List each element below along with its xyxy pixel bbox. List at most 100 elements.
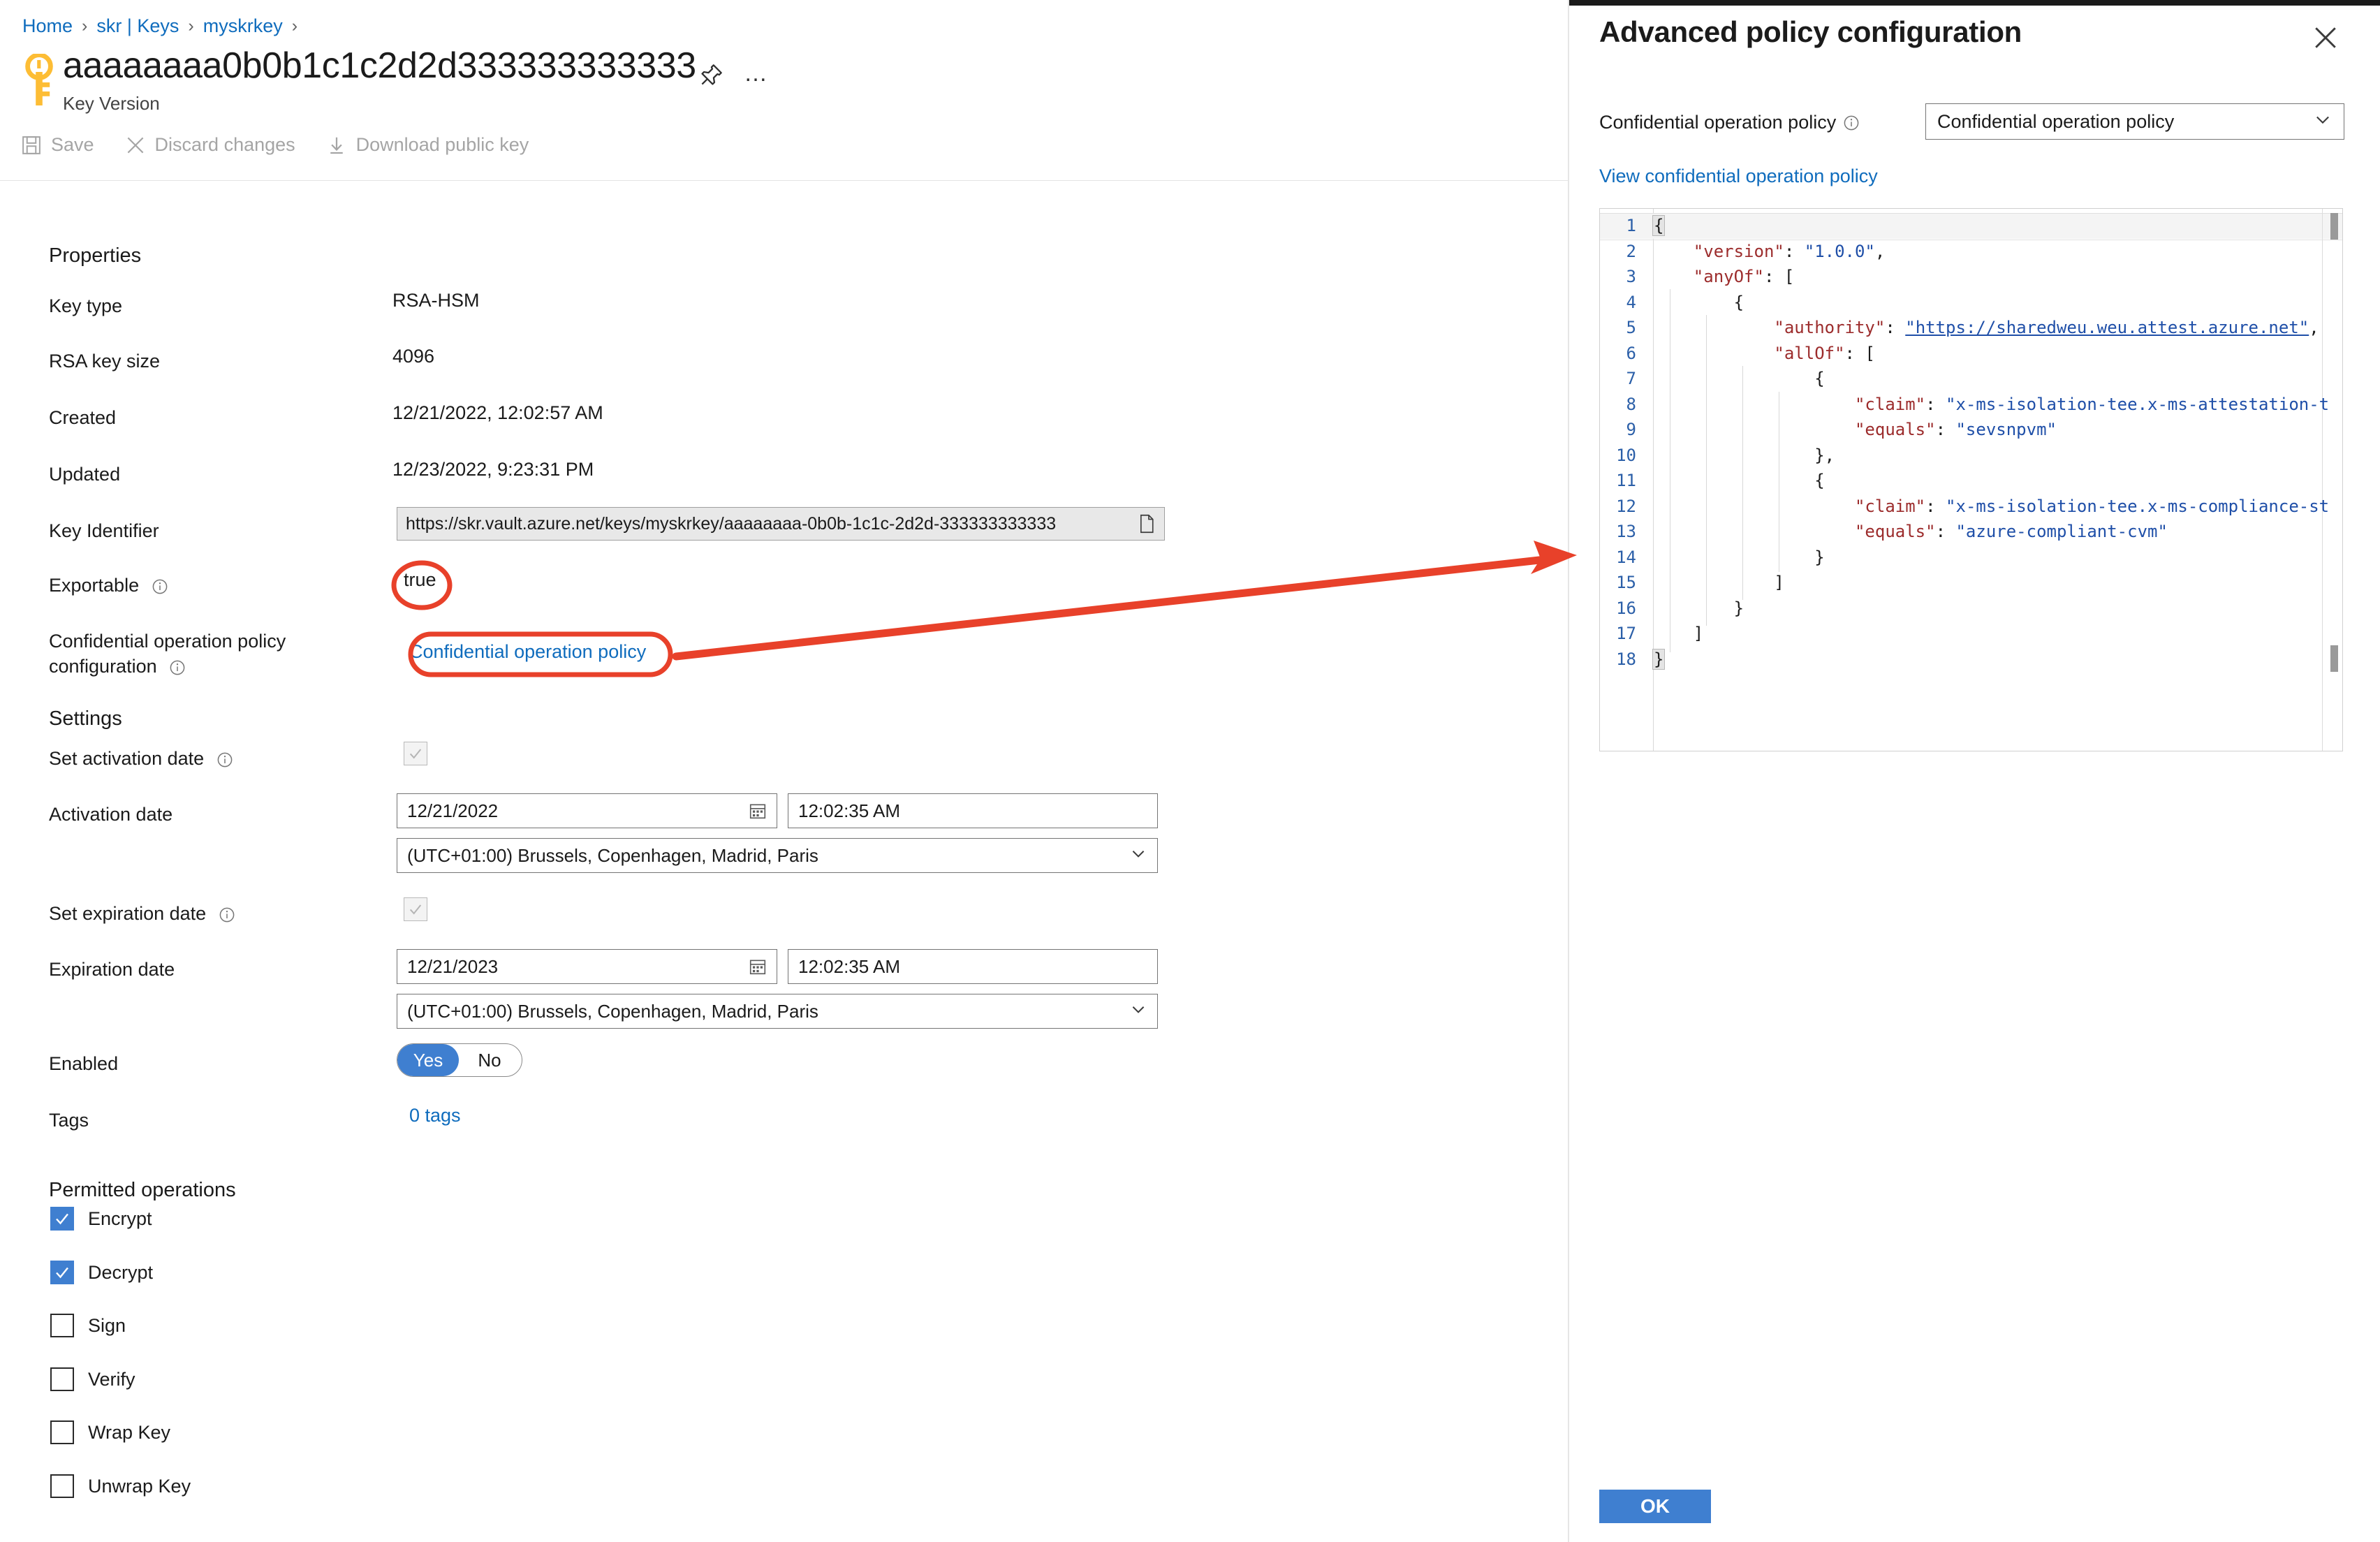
editor-line[interactable]: 18 }: [1600, 647, 2342, 673]
permitted-operation-encrypt[interactable]: Encrypt: [50, 1207, 152, 1231]
editor-line[interactable]: 9 "equals": "sevsnpvm": [1600, 417, 2342, 443]
breadcrumb-item-myskrkey[interactable]: myskrkey: [203, 15, 283, 37]
tags-label: Tags: [49, 1110, 89, 1131]
editor-line-number: 7: [1626, 369, 1636, 389]
permitted-operation-unwrap-key[interactable]: Unwrap Key: [50, 1474, 191, 1498]
expiration-timezone-select[interactable]: (UTC+01:00) Brussels, Copenhagen, Madrid…: [397, 994, 1158, 1029]
checkmark-icon: [56, 1267, 68, 1279]
editor-line-code: "anyOf": [: [1693, 267, 1795, 287]
wrap-key-checkbox[interactable]: [50, 1420, 74, 1444]
breadcrumb-item-home[interactable]: Home: [22, 15, 73, 37]
ok-button[interactable]: OK: [1599, 1490, 1711, 1523]
editor-line[interactable]: 7 {: [1600, 366, 2342, 392]
discard-changes-button[interactable]: Discard changes: [125, 134, 295, 156]
calendar-icon[interactable]: [749, 957, 767, 976]
permitted-operation-sign[interactable]: Sign: [50, 1314, 126, 1337]
editor-line[interactable]: 11 {: [1600, 468, 2342, 494]
editor-line[interactable]: 6 "allOf": [: [1600, 341, 2342, 367]
save-button[interactable]: Save: [21, 134, 94, 156]
calendar-icon[interactable]: [749, 802, 767, 820]
editor-line-code: "equals": "sevsnpvm": [1854, 420, 2057, 440]
breadcrumb-item-skr-keys[interactable]: skr | Keys: [96, 15, 179, 37]
info-icon[interactable]: [152, 578, 168, 595]
more-options-button[interactable]: …: [744, 61, 770, 85]
editor-line-number: 1: [1626, 216, 1636, 236]
sign-checkbox[interactable]: [50, 1314, 74, 1337]
enabled-toggle-no[interactable]: No: [459, 1044, 520, 1076]
key-type-label: Key type: [49, 295, 123, 316]
expiration-time-value: 12:02:35 AM: [798, 955, 900, 977]
download-public-key-button[interactable]: Download public key: [326, 134, 529, 156]
expiration-date-input[interactable]: 12/21/2023: [397, 949, 777, 984]
editor-scrollbar-thumb-bottom[interactable]: [2330, 645, 2338, 672]
encrypt-checkbox[interactable]: [50, 1207, 74, 1231]
editor-line[interactable]: 5 "authority": "https://sharedweu.weu.at…: [1600, 315, 2342, 341]
editor-line[interactable]: 15 ]: [1600, 570, 2342, 596]
confidential-policy-config-label-line2: configuration: [49, 656, 157, 677]
editor-line[interactable]: 13 "equals": "azure-compliant-cvm": [1600, 519, 2342, 545]
verify-label: Verify: [88, 1368, 135, 1390]
info-icon[interactable]: [216, 751, 233, 768]
set-activation-date-label: Set activation date: [49, 746, 233, 771]
editor-line[interactable]: 17 ]: [1600, 621, 2342, 647]
activation-time-input[interactable]: 12:02:35 AM: [788, 793, 1158, 828]
editor-line[interactable]: 4 {: [1600, 290, 2342, 316]
editor-line[interactable]: 16 }: [1600, 596, 2342, 622]
policy-json-editor[interactable]: 1 { 2 "version": "1.0.0", 3 "anyOf": [ 4…: [1599, 208, 2343, 751]
key-identifier-field[interactable]: https://skr.vault.azure.net/keys/myskrke…: [397, 507, 1165, 541]
editor-line-number: 10: [1616, 445, 1636, 465]
view-confidential-operation-policy-link[interactable]: View confidential operation policy: [1599, 166, 1878, 187]
editor-line[interactable]: 8 "claim": "x-ms-isolation-tee.x-ms-atte…: [1600, 392, 2342, 418]
save-icon: [22, 135, 41, 154]
confidential-operation-policy-link[interactable]: Confidential operation policy: [409, 641, 646, 663]
chevron-down-icon: [2316, 116, 2329, 124]
editor-line[interactable]: 2 "version": "1.0.0",: [1600, 239, 2342, 265]
set-expiration-date-checkbox[interactable]: [404, 897, 427, 921]
command-bar-divider: [0, 180, 1568, 181]
editor-line-code: ]: [1774, 573, 1784, 593]
permitted-operation-verify[interactable]: Verify: [50, 1367, 135, 1391]
decrypt-label: Decrypt: [88, 1261, 154, 1283]
pin-icon[interactable]: [698, 63, 723, 88]
page-title: aaaaaaaa0b0b1c1c2d2d333333333333: [63, 45, 696, 86]
activation-timezone-select[interactable]: (UTC+01:00) Brussels, Copenhagen, Madrid…: [397, 838, 1158, 873]
set-activation-date-checkbox[interactable]: [404, 742, 427, 765]
page-subtitle: Key Version: [63, 93, 160, 115]
confidential-operation-policy-select-value: Confidential operation policy: [1937, 110, 2175, 132]
editor-line[interactable]: 1 {: [1600, 213, 2342, 240]
expiration-time-input[interactable]: 12:02:35 AM: [788, 949, 1158, 984]
editor-line-code: "equals": "azure-compliant-cvm": [1854, 522, 2168, 542]
panel-top-accent-bar: [1569, 0, 2380, 6]
enabled-toggle-yes[interactable]: Yes: [397, 1044, 459, 1076]
editor-line-number: 5: [1626, 318, 1636, 338]
enabled-label: Enabled: [49, 1053, 119, 1074]
editor-line[interactable]: 14 }: [1600, 545, 2342, 571]
editor-line-number: 11: [1616, 471, 1636, 491]
verify-checkbox[interactable]: [50, 1367, 74, 1391]
confidential-operation-policy-select[interactable]: Confidential operation policy: [1925, 103, 2344, 140]
tags-value-link[interactable]: 0 tags: [409, 1105, 461, 1126]
permitted-operation-wrap-key[interactable]: Wrap Key: [50, 1420, 170, 1444]
editor-scrollbar-thumb-top[interactable]: [2330, 213, 2338, 240]
created-value: 12/21/2022, 12:02:57 AM: [392, 402, 603, 423]
activation-date-input[interactable]: 12/21/2022: [397, 793, 777, 828]
download-public-key-label: Download public key: [355, 134, 529, 155]
app-root: Home › skr | Keys › myskrkey › aaaaaaaa0…: [0, 0, 2380, 1542]
close-icon[interactable]: [2310, 22, 2341, 53]
enabled-toggle[interactable]: Yes No: [397, 1043, 522, 1077]
editor-line-number: 18: [1616, 649, 1636, 669]
info-icon[interactable]: [219, 906, 235, 923]
editor-line-code: }: [1733, 598, 1744, 618]
info-icon[interactable]: [1843, 115, 1860, 131]
copy-icon[interactable]: [1138, 514, 1156, 534]
save-label: Save: [51, 134, 94, 155]
rsa-key-size-value: 4096: [392, 346, 435, 367]
editor-line[interactable]: 3 "anyOf": [: [1600, 264, 2342, 290]
editor-line[interactable]: 10 },: [1600, 443, 2342, 469]
decrypt-checkbox[interactable]: [50, 1261, 74, 1284]
editor-line[interactable]: 12 "claim": "x-ms-isolation-tee.x-ms-com…: [1600, 494, 2342, 520]
unwrap-key-checkbox[interactable]: [50, 1474, 74, 1498]
info-icon[interactable]: [169, 659, 186, 676]
permitted-operation-decrypt[interactable]: Decrypt: [50, 1261, 153, 1284]
exportable-label: Exportable: [49, 573, 168, 598]
